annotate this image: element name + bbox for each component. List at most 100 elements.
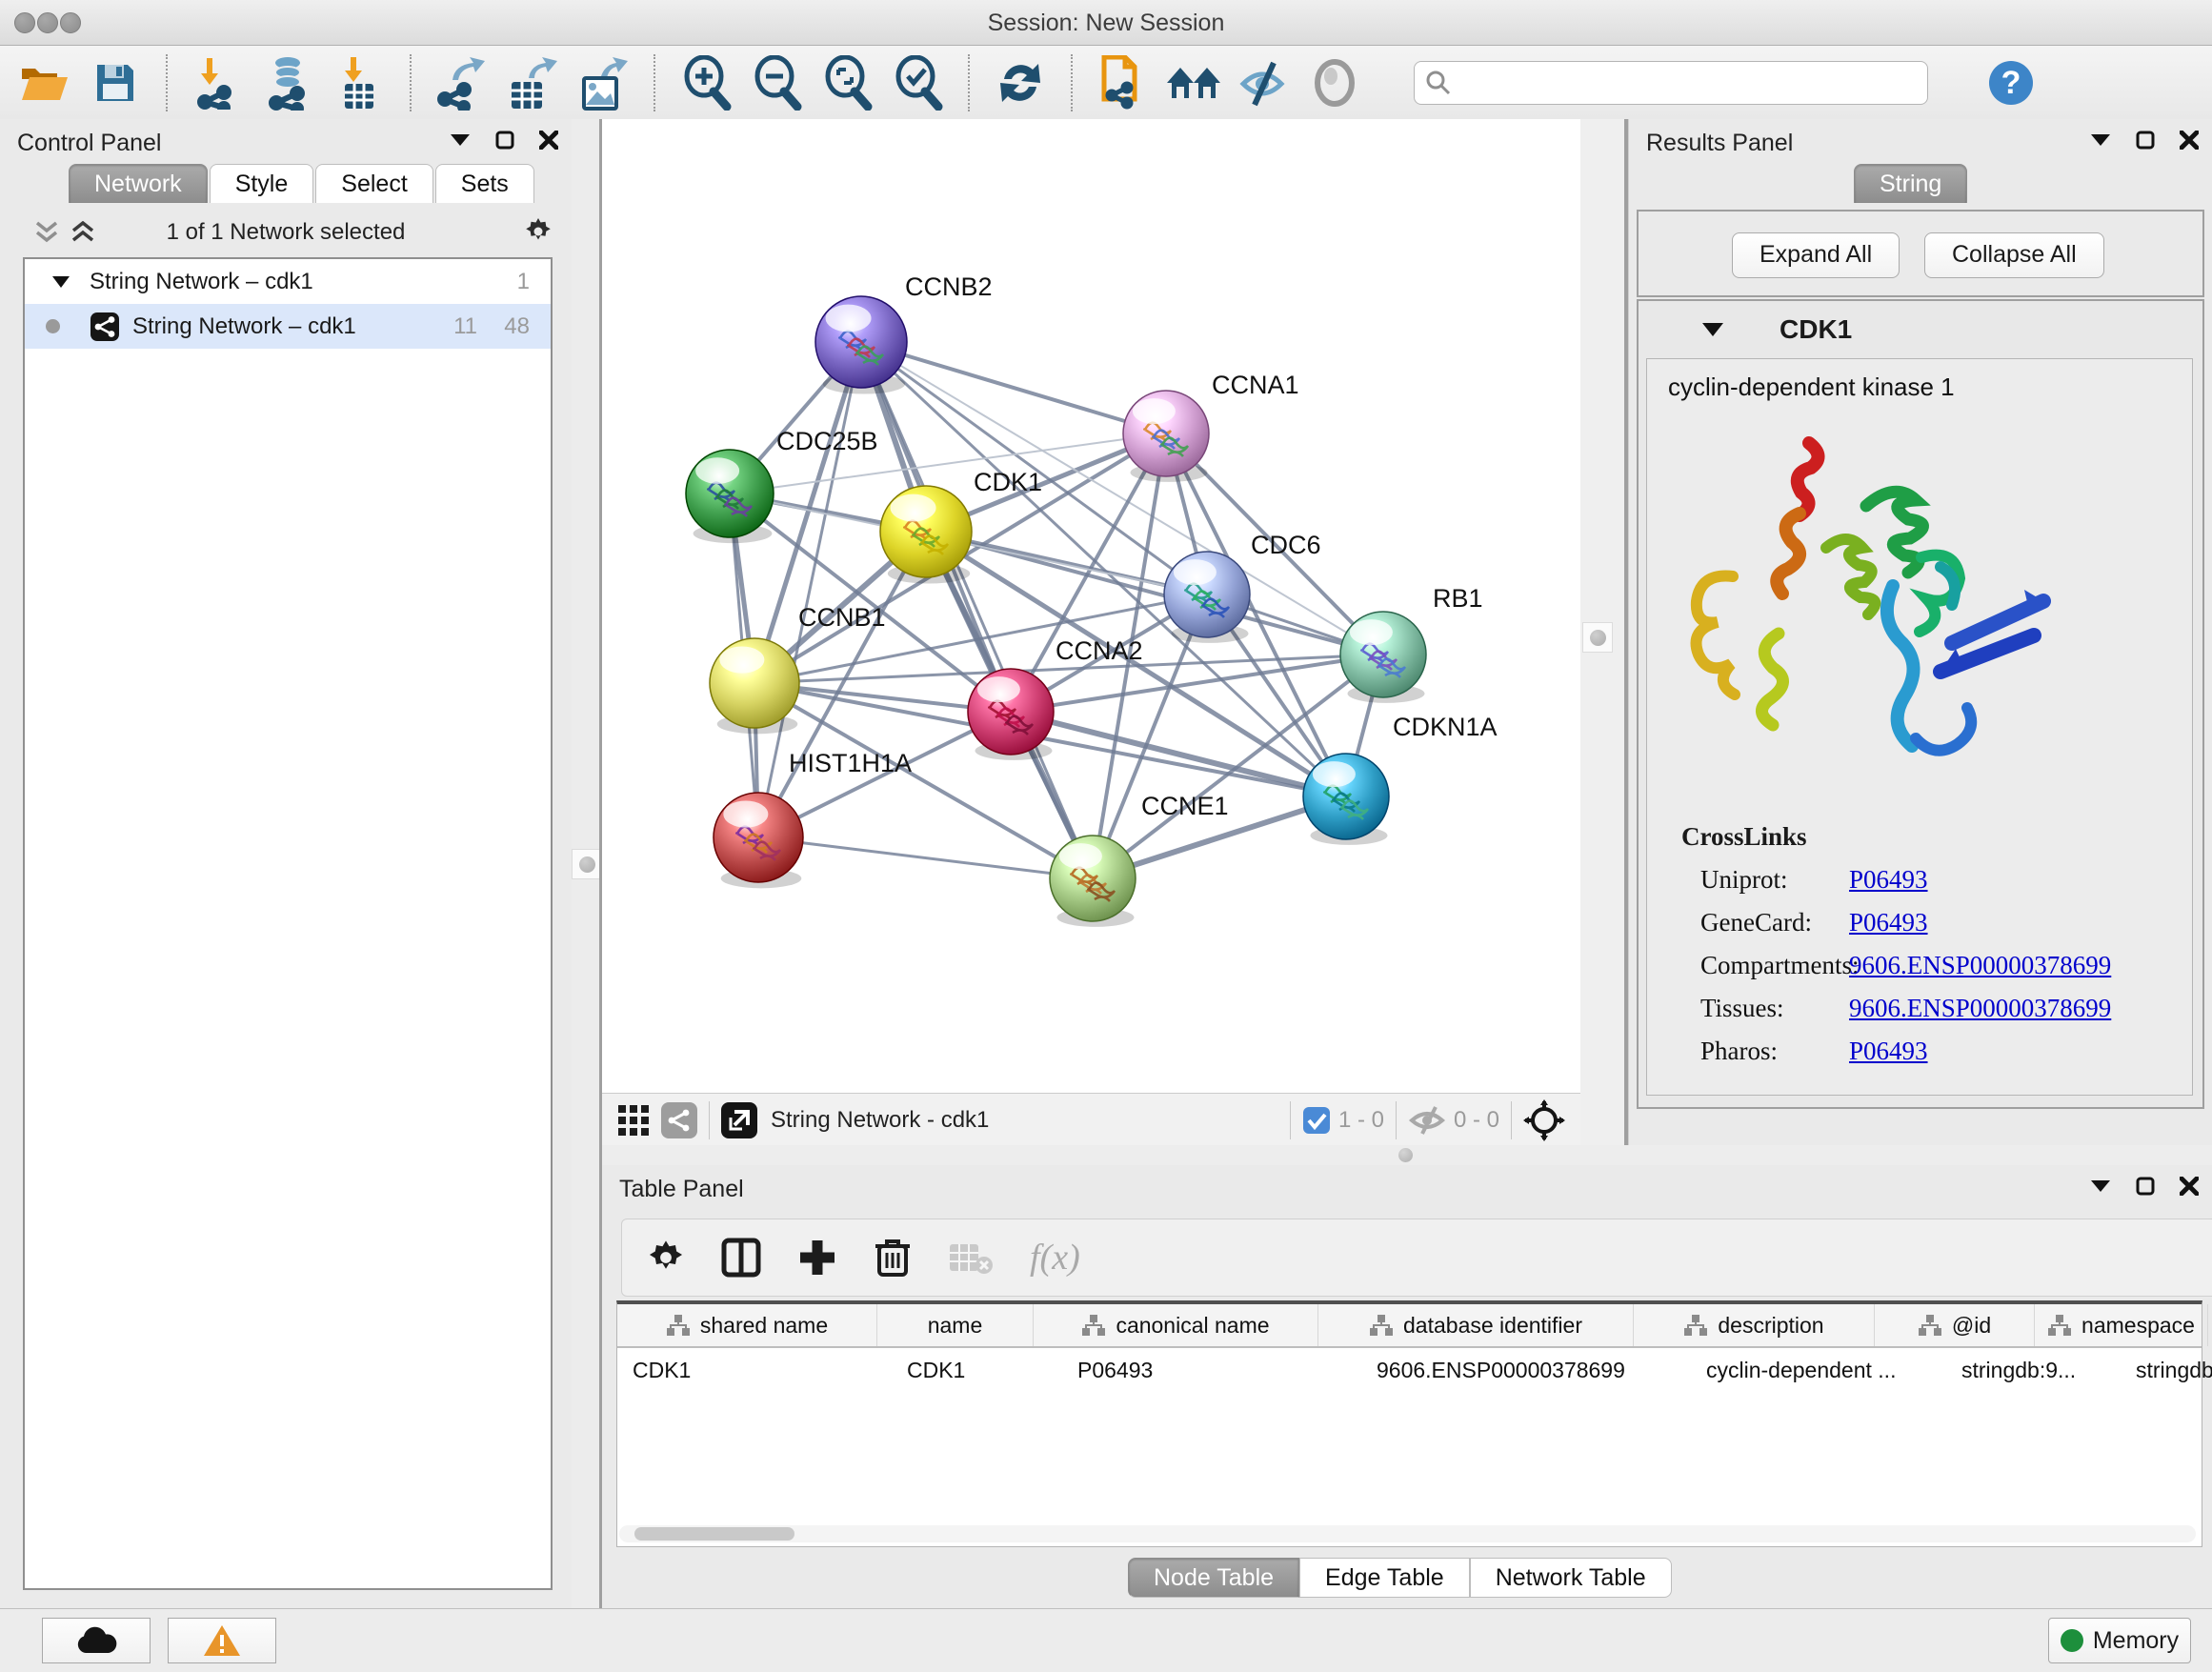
node-CCNE1[interactable]: CCNE1 — [1050, 792, 1229, 927]
float-panel-icon[interactable] — [2136, 1177, 2155, 1196]
cell-shared-name[interactable]: CDK1 — [617, 1348, 892, 1392]
export-network-button[interactable] — [427, 52, 497, 113]
edge-CCNB2-CCNE1[interactable] — [861, 342, 1093, 878]
import-table-from-file-button[interactable] — [324, 52, 394, 113]
right-splitter[interactable] — [1580, 119, 1624, 1145]
network-overview-button[interactable] — [661, 1102, 697, 1138]
warnings-button[interactable] — [168, 1618, 276, 1663]
network-tree-item[interactable]: String Network – cdk11148 — [25, 304, 551, 349]
column-header-database-identifier[interactable]: database identifier — [1318, 1304, 1634, 1346]
column-header-description[interactable]: description — [1634, 1304, 1875, 1346]
node-CCNA1[interactable]: CCNA1 — [1123, 371, 1299, 482]
column-header-namespace[interactable]: namespace — [2035, 1304, 2208, 1346]
tab-edge-table[interactable]: Edge Table — [1299, 1558, 1470, 1598]
cell-namespace[interactable]: stringdb — [2121, 1348, 2212, 1392]
crosslink-link[interactable]: 9606.ENSP00000378699 — [1849, 994, 2111, 1022]
panel-menu-icon[interactable] — [2090, 1179, 2111, 1193]
open-session-button[interactable] — [10, 52, 80, 113]
float-panel-icon[interactable] — [2136, 131, 2155, 150]
open-in-new-window-button[interactable] — [721, 1102, 757, 1138]
splitter-handle[interactable] — [1582, 622, 1613, 653]
crosslink-link[interactable]: P06493 — [1849, 865, 1928, 894]
column-header-name[interactable]: name — [877, 1304, 1034, 1346]
cell-canonical-name[interactable]: P06493 — [1062, 1348, 1361, 1392]
zoom-in-button[interactable] — [671, 52, 741, 113]
node-section-header[interactable]: CDK1 — [1639, 301, 2202, 358]
add-column-icon[interactable] — [797, 1238, 837, 1278]
import-network-from-database-button[interactable] — [253, 52, 324, 113]
tree-collapse-icon[interactable] — [51, 275, 70, 289]
hide-panel-button[interactable] — [1229, 52, 1299, 113]
help-button[interactable]: ? — [1976, 52, 2046, 113]
export-table-button[interactable] — [497, 52, 568, 113]
zoom-out-button[interactable] — [741, 52, 812, 113]
scrollbar-thumb[interactable] — [634, 1527, 794, 1541]
status-bar: Memory — [0, 1608, 2212, 1672]
network-canvas[interactable]: CCNB2CCNA1CDC25BCDK1CDC6RB1CCNB1CCNA2CDK… — [602, 119, 1580, 1093]
tab-string[interactable]: String — [1854, 164, 1967, 203]
edge-CCNE1-HIST1H1A[interactable] — [758, 837, 1093, 878]
tab-node-table[interactable]: Node Table — [1128, 1558, 1299, 1598]
zoom-fit-button[interactable] — [812, 52, 882, 113]
collapse-all-button[interactable]: Collapse All — [1924, 232, 2104, 278]
table-row[interactable]: CDK1CDK1P064939606.ENSP00000378699cyclin… — [617, 1348, 2202, 1392]
zoom-selected-button[interactable] — [882, 52, 953, 113]
save-session-button[interactable] — [80, 52, 151, 113]
horizontal-splitter[interactable] — [602, 1145, 2212, 1165]
memory-button[interactable]: Memory — [2048, 1618, 2191, 1663]
edge-CCNB2-CCNA1[interactable] — [861, 342, 1166, 433]
cell-name[interactable]: CDK1 — [892, 1348, 1062, 1392]
tab-style[interactable]: Style — [210, 164, 314, 203]
birdseye-navigate-icon[interactable] — [1523, 1099, 1565, 1141]
crosslink-link[interactable]: 9606.ENSP00000378699 — [1849, 951, 2111, 979]
show-columns-icon[interactable] — [721, 1238, 761, 1278]
column-header-shared-name[interactable]: shared name — [617, 1304, 877, 1346]
import-network-from-file-button[interactable] — [183, 52, 253, 113]
node-CCNB1[interactable]: CCNB1 — [710, 603, 886, 734]
panel-menu-icon[interactable] — [2090, 133, 2111, 147]
left-splitter[interactable] — [572, 119, 599, 1608]
crosslink-link[interactable]: P06493 — [1849, 1037, 1928, 1065]
table-horizontal-scrollbar[interactable] — [619, 1525, 2196, 1542]
cell--id[interactable]: stringdb:9... — [1946, 1348, 2121, 1392]
node-RB1[interactable]: RB1 — [1340, 584, 1483, 703]
crosslink-link[interactable]: P06493 — [1849, 908, 1928, 937]
edge-CCNB1-CCNB2[interactable] — [754, 342, 861, 683]
new-network-from-file-button[interactable] — [1088, 52, 1158, 113]
show-panel-button[interactable] — [1299, 52, 1370, 113]
search-input[interactable] — [1414, 61, 1928, 105]
node-CDKN1A[interactable]: CDKN1A — [1303, 713, 1498, 845]
cloud-status-button[interactable] — [42, 1618, 151, 1663]
node-CCNB2[interactable]: CCNB2 — [815, 272, 993, 394]
network-tree-item[interactable]: String Network – cdk11 — [25, 259, 551, 304]
close-panel-icon[interactable] — [2180, 131, 2199, 150]
expand-all-button[interactable]: Expand All — [1732, 232, 1900, 278]
node-HIST1H1A[interactable]: HIST1H1A — [714, 749, 912, 888]
home-button[interactable] — [1158, 52, 1229, 113]
tab-select[interactable]: Select — [315, 164, 432, 203]
node-CDK1[interactable]: CDK1 — [880, 468, 1042, 584]
delete-trash-icon[interactable] — [874, 1237, 912, 1279]
collapse-section-icon[interactable] — [1701, 322, 1724, 337]
hidden-eye-slash-icon[interactable] — [1408, 1105, 1446, 1136]
refresh-button[interactable] — [985, 52, 1056, 113]
table-settings-gear-icon[interactable] — [647, 1239, 685, 1277]
grid-view-button[interactable] — [615, 1102, 652, 1138]
column-header--id[interactable]: @id — [1875, 1304, 2035, 1346]
node-CDC25B[interactable]: CDC25B — [686, 427, 878, 543]
close-panel-icon[interactable] — [539, 131, 558, 150]
panel-menu-icon[interactable] — [450, 133, 471, 147]
column-header-canonical-name[interactable]: canonical name — [1034, 1304, 1318, 1346]
export-image-button[interactable] — [568, 52, 638, 113]
cell-database-identifier[interactable]: 9606.ENSP00000378699 — [1361, 1348, 1691, 1392]
splitter-handle[interactable] — [572, 849, 602, 879]
float-panel-icon[interactable] — [495, 131, 514, 150]
close-panel-icon[interactable] — [2180, 1177, 2199, 1196]
tab-network[interactable]: Network — [69, 164, 208, 203]
selected-checkbox-icon[interactable] — [1302, 1106, 1331, 1135]
cell-description[interactable]: cyclin-dependent ... — [1691, 1348, 1946, 1392]
splitter-handle[interactable] — [1398, 1148, 1413, 1162]
tab-network-table[interactable]: Network Table — [1470, 1558, 1672, 1598]
tab-sets[interactable]: Sets — [435, 164, 534, 203]
gear-icon[interactable] — [522, 215, 554, 248]
